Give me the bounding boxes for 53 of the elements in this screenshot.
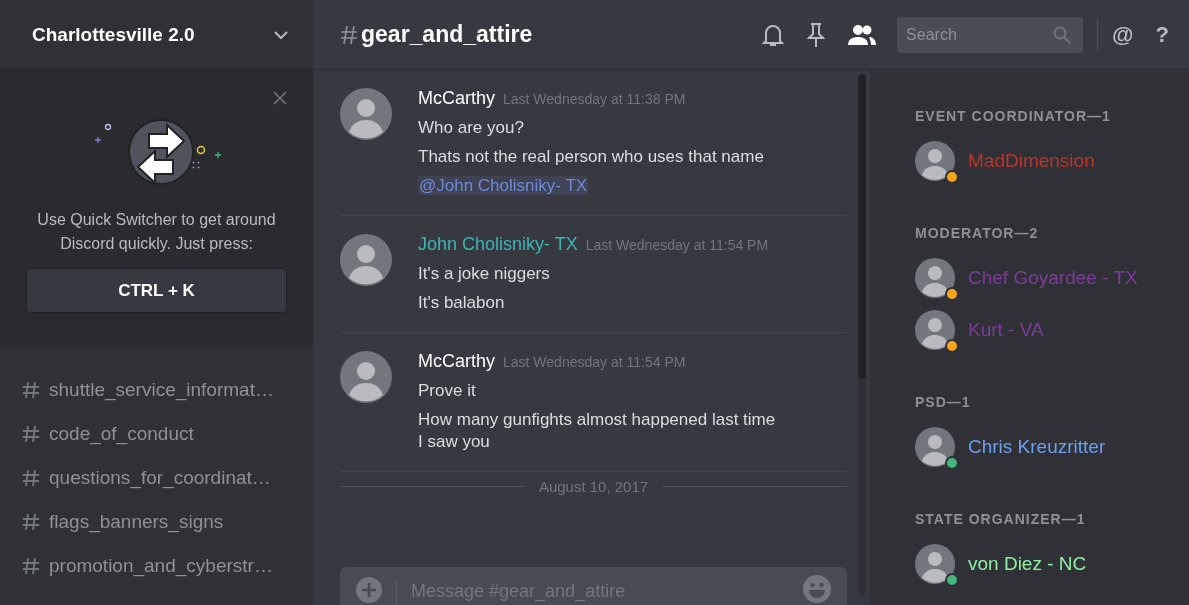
channel-item[interactable]: code_of_conduct: [0, 412, 313, 456]
avatar: [915, 427, 955, 467]
avatar: [915, 310, 955, 350]
mentions-button[interactable]: @: [1112, 21, 1134, 48]
member-item[interactable]: von Diez - NC: [915, 538, 1189, 590]
message-text: Prove it: [418, 380, 477, 402]
help-button[interactable]: ?: [1155, 21, 1169, 48]
date-divider: August 10, 2017: [538, 478, 649, 495]
channel-title: gear_and_attire: [361, 21, 533, 48]
channel-item[interactable]: questions_for_coordinat…: [0, 456, 313, 500]
channel-item[interactable]: promotion_and_cyberstr…: [0, 544, 313, 588]
author-name[interactable]: McCarthy: [418, 88, 495, 109]
server-name: Charlottesville 2.0: [32, 23, 195, 46]
hash-icon: [22, 557, 40, 575]
author-name[interactable]: John Cholisniky- TX: [418, 234, 578, 255]
role-header: MODERATOR—2: [915, 224, 1040, 243]
avatar: [915, 141, 955, 181]
author-name[interactable]: McCarthy: [418, 351, 495, 372]
avatar[interactable]: [340, 234, 392, 286]
members-icon[interactable]: [847, 23, 878, 46]
role-header: EVENT COORDINATOR—1: [915, 107, 1112, 126]
chevron-down-icon: [273, 29, 289, 40]
avatar: [915, 258, 955, 298]
channel-item[interactable]: flags_banners_signs: [0, 500, 313, 544]
close-icon[interactable]: [273, 91, 287, 105]
user-mention[interactable]: @John Cholisniky- TX: [418, 176, 589, 195]
pin-icon[interactable]: [807, 21, 826, 48]
hash-icon: [340, 24, 358, 45]
timestamp: Last Wednesday at 11:54 PM: [585, 237, 769, 253]
hash-icon: [22, 469, 40, 487]
role-header: PSD—1: [915, 393, 972, 412]
avatar[interactable]: [340, 351, 392, 403]
search-input[interactable]: Search: [904, 24, 1054, 45]
shortcut-button[interactable]: CTRL + K: [26, 268, 287, 313]
search-field[interactable]: Search: [897, 16, 1084, 53]
quick-switcher-hint: Use Quick Switcher to get around Discord quickly. Just press:: [36, 210, 277, 254]
search-icon: [1053, 25, 1072, 44]
message-text: Thats not the real person who uses that name: [418, 146, 764, 168]
hash-icon: [22, 425, 40, 443]
avatar: [915, 544, 955, 584]
avatar[interactable]: [340, 88, 392, 140]
member-item[interactable]: Chris Kreuzritter: [915, 421, 1189, 473]
message-text: How many gunfights almost happened last time I saw you: [418, 409, 777, 453]
role-header: STATE ORGANIZER—1: [915, 510, 1087, 529]
channel-item[interactable]: shuttle_service_informat…: [0, 368, 313, 412]
message-text: It's a joke niggers: [418, 263, 551, 285]
timestamp: Last Wednesday at 11:54 PM: [503, 354, 686, 370]
hash-icon: [22, 513, 40, 531]
scrollbar[interactable]: [858, 74, 866, 595]
message-text: It's balabon: [418, 292, 506, 314]
timestamp: Last Wednesday at 11:38 PM: [503, 91, 686, 107]
hash-icon: [22, 381, 40, 399]
message-text: Who are you?: [418, 117, 525, 139]
